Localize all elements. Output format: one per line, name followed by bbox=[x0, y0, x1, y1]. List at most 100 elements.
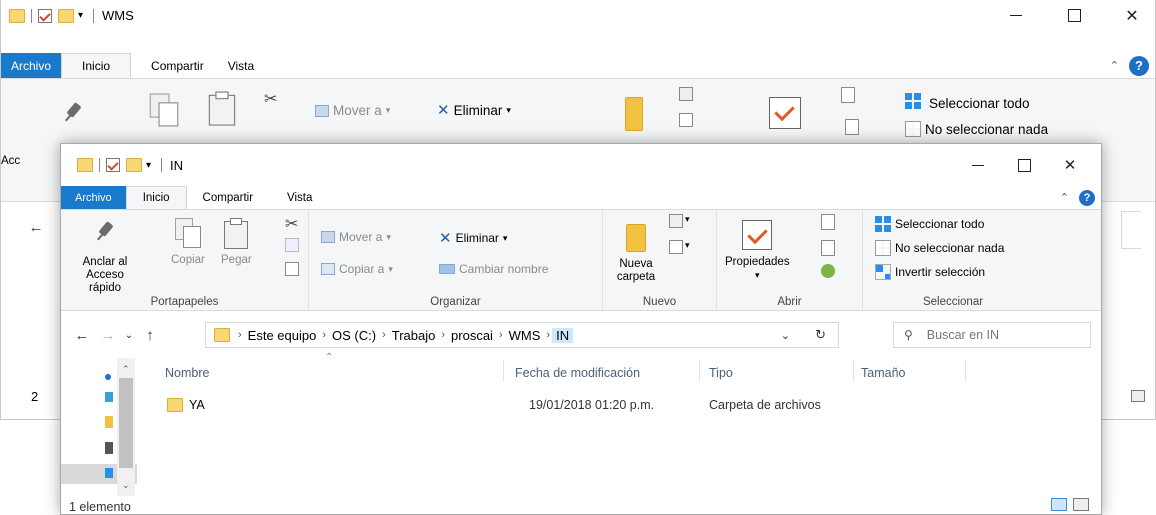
cut-icon[interactable]: ✂ bbox=[285, 214, 298, 234]
tab-file[interactable]: Archivo bbox=[61, 186, 126, 209]
this-pc-icon[interactable] bbox=[105, 442, 113, 454]
minimize-button[interactable] bbox=[993, 0, 1039, 31]
pin-quick-access-button[interactable]: Anclar al Acceso rápido bbox=[69, 220, 141, 295]
new-folder-button[interactable]: Nueva carpeta bbox=[611, 224, 661, 284]
copy-to-button[interactable]: Copiar a ▾ bbox=[321, 262, 393, 276]
paste-icon[interactable] bbox=[208, 91, 237, 126]
select-none-button[interactable]: No seleccionar nada bbox=[905, 121, 1048, 137]
scroll-down-icon[interactable]: ⌄ bbox=[122, 480, 130, 491]
chevron-down-icon[interactable]: ▾ bbox=[685, 214, 690, 225]
open-icon[interactable] bbox=[841, 87, 855, 103]
column-divider[interactable] bbox=[853, 360, 854, 382]
select-all-button[interactable]: Seleccionar todo bbox=[905, 93, 1030, 113]
help-icon[interactable]: ? bbox=[1129, 55, 1149, 76]
delete-button[interactable]: ✕ Eliminar ▾ bbox=[439, 229, 507, 247]
collapse-ribbon-icon[interactable]: ⌃ bbox=[1060, 191, 1069, 204]
nav-scrollbar[interactable]: ⌃ ⌄ bbox=[117, 358, 135, 496]
move-to-button[interactable]: Mover a ▾ bbox=[321, 230, 391, 244]
column-header-type[interactable]: Tipo bbox=[709, 366, 733, 380]
recent-locations-icon[interactable]: ⌄ bbox=[121, 330, 137, 341]
edit-icon[interactable] bbox=[821, 240, 835, 256]
close-button[interactable]: ✕ bbox=[1109, 0, 1155, 31]
tab-home[interactable]: Inicio bbox=[125, 186, 187, 209]
help-icon[interactable]: ? bbox=[1079, 189, 1095, 206]
select-all-button[interactable]: Seleccionar todo bbox=[875, 216, 984, 232]
pin-label-line2: Acceso rápido bbox=[86, 269, 124, 294]
breadcrumb-this-pc[interactable]: Este equipo bbox=[244, 328, 321, 343]
quick-access-icon[interactable] bbox=[105, 374, 111, 380]
chevron-down-icon[interactable]: ▾ bbox=[685, 240, 690, 251]
network-icon[interactable] bbox=[105, 468, 113, 478]
table-row[interactable]: YA 19/01/2018 01:20 p.m. Carpeta de arch… bbox=[157, 394, 977, 416]
properties-quick-icon[interactable] bbox=[38, 8, 52, 23]
copy-icon[interactable] bbox=[149, 93, 179, 127]
forward-arrow-icon[interactable]: → bbox=[95, 327, 121, 344]
new-folder-icon[interactable] bbox=[625, 97, 643, 131]
back-search-box-edge[interactable] bbox=[1121, 211, 1141, 249]
properties-quick-icon[interactable] bbox=[106, 158, 120, 172]
paste-shortcut-icon[interactable] bbox=[285, 262, 299, 276]
breadcrumb-drive[interactable]: OS (C:) bbox=[328, 328, 380, 343]
minimize-button[interactable] bbox=[955, 144, 1001, 186]
search-box[interactable]: ⚲ Buscar en IN bbox=[893, 322, 1091, 348]
chevron-down-icon[interactable]: ⌄ bbox=[781, 329, 790, 342]
tab-view[interactable]: Vista bbox=[224, 53, 258, 78]
copy-button[interactable]: Copiar bbox=[171, 218, 205, 267]
invert-selection-button[interactable]: Invertir selección bbox=[875, 264, 985, 280]
new-item-icon[interactable] bbox=[669, 214, 683, 228]
column-header-modified[interactable]: Fecha de modificación bbox=[515, 366, 640, 380]
easy-access-icon[interactable] bbox=[669, 240, 683, 254]
collapse-ribbon-icon[interactable]: ⌃ bbox=[1110, 59, 1119, 72]
new-folder-quick-icon[interactable] bbox=[58, 8, 74, 23]
window-title: IN bbox=[170, 157, 184, 173]
close-button[interactable]: ✕ bbox=[1047, 144, 1093, 186]
tab-file[interactable]: Archivo bbox=[1, 53, 62, 78]
maximize-button[interactable] bbox=[1051, 0, 1097, 31]
properties-icon[interactable] bbox=[769, 97, 801, 129]
refresh-icon[interactable]: ↻ bbox=[815, 327, 826, 343]
column-header-name[interactable]: Nombre bbox=[165, 366, 209, 380]
scroll-thumb[interactable] bbox=[119, 378, 133, 468]
tab-share[interactable]: Compartir bbox=[187, 186, 269, 209]
column-divider[interactable] bbox=[699, 360, 700, 382]
column-header-size[interactable]: Tamaño bbox=[861, 366, 905, 380]
delete-button[interactable]: ✕ Eliminar ▾ bbox=[437, 101, 511, 119]
scroll-up-icon[interactable]: ⌃ bbox=[122, 364, 130, 375]
column-divider[interactable] bbox=[965, 360, 966, 382]
tab-view[interactable]: Vista bbox=[269, 186, 330, 209]
details-view-icon[interactable] bbox=[1131, 390, 1145, 402]
history-icon[interactable] bbox=[821, 264, 835, 278]
folder-icon[interactable] bbox=[105, 416, 113, 428]
tab-home[interactable]: Inicio bbox=[61, 53, 132, 78]
back-arrow-icon[interactable]: ← bbox=[69, 327, 95, 344]
chevron-down-icon[interactable]: ▾ bbox=[78, 10, 83, 21]
tab-share[interactable]: Compartir bbox=[131, 53, 224, 78]
select-none-button[interactable]: No seleccionar nada bbox=[875, 240, 1004, 256]
edit-icon[interactable] bbox=[845, 119, 859, 135]
easy-access-icon[interactable] bbox=[679, 113, 693, 127]
maximize-button[interactable] bbox=[1001, 144, 1047, 186]
breadcrumb-trabajo[interactable]: Trabajo bbox=[388, 328, 440, 343]
column-divider[interactable] bbox=[503, 360, 504, 382]
breadcrumb-wms[interactable]: WMS bbox=[505, 328, 545, 343]
open-icon[interactable] bbox=[821, 214, 835, 230]
pin-icon[interactable] bbox=[61, 101, 85, 127]
rename-button[interactable]: Cambiar nombre bbox=[439, 262, 548, 276]
up-arrow-icon[interactable]: ↑ bbox=[137, 327, 163, 344]
copy-path-icon[interactable] bbox=[285, 238, 299, 252]
move-to-button[interactable]: Mover a ▾ bbox=[315, 103, 390, 118]
properties-button[interactable]: Propiedades ▾ bbox=[725, 220, 790, 282]
cut-icon[interactable]: ✂ bbox=[264, 89, 277, 109]
onedrive-icon[interactable] bbox=[105, 392, 113, 402]
group-label-select: Seleccionar bbox=[922, 296, 984, 308]
breadcrumb-in[interactable]: IN bbox=[552, 327, 574, 343]
new-folder-quick-icon[interactable] bbox=[126, 158, 142, 172]
details-view-icon[interactable] bbox=[1051, 498, 1067, 511]
breadcrumb-proscai[interactable]: proscai bbox=[447, 328, 497, 343]
address-bar[interactable]: › Este equipo › OS (C:) › Trabajo › pros… bbox=[205, 322, 839, 348]
chevron-down-icon[interactable]: ▾ bbox=[146, 160, 151, 171]
new-item-icon[interactable] bbox=[679, 87, 693, 101]
paste-button[interactable]: Pegar bbox=[221, 218, 252, 267]
back-arrow-icon[interactable]: ← bbox=[23, 219, 49, 236]
large-icons-view-icon[interactable] bbox=[1073, 498, 1089, 511]
